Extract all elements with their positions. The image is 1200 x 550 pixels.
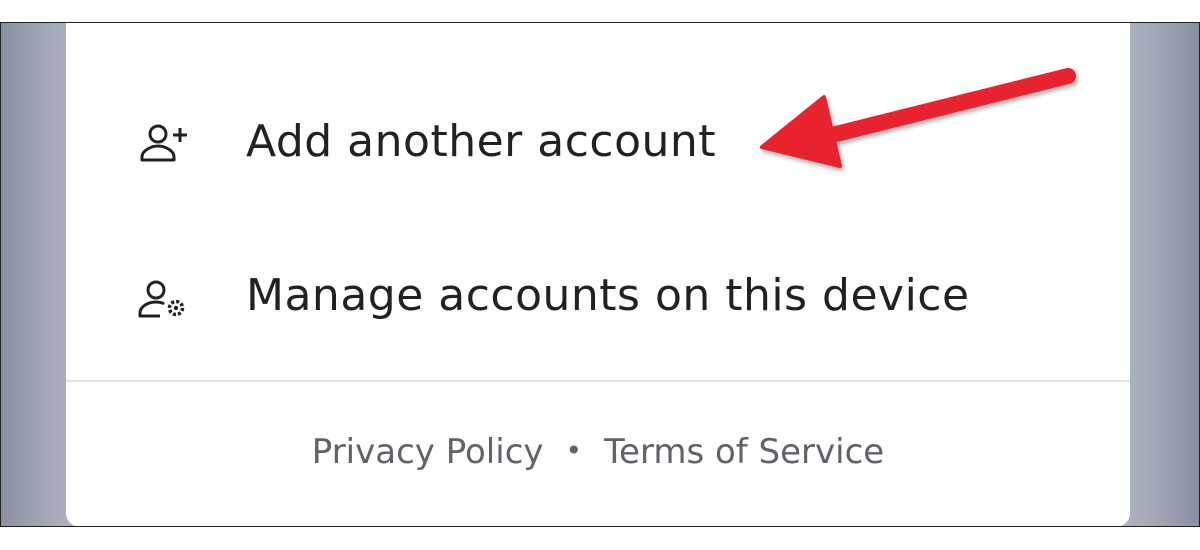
screenshot-frame: Add another account Manage accounts on t… — [0, 22, 1200, 527]
manage-accounts-label: Manage accounts on this device — [246, 270, 970, 321]
privacy-policy-link[interactable]: Privacy Policy — [312, 432, 544, 472]
manage-accounts-item[interactable]: Manage accounts on this device — [66, 244, 1130, 364]
add-another-account-label: Add another account — [246, 116, 717, 167]
footer-divider — [66, 380, 1130, 382]
terms-of-service-link[interactable]: Terms of Service — [604, 432, 884, 472]
account-menu-sheet: Add another account Manage accounts on t… — [66, 22, 1130, 527]
manage-accounts-icon — [134, 272, 194, 332]
add-another-account-item[interactable]: Add another account — [66, 86, 1130, 206]
separator-dot: • — [565, 434, 583, 467]
footer-links: Privacy Policy • Terms of Service — [66, 432, 1130, 492]
person-add-icon — [134, 116, 194, 176]
